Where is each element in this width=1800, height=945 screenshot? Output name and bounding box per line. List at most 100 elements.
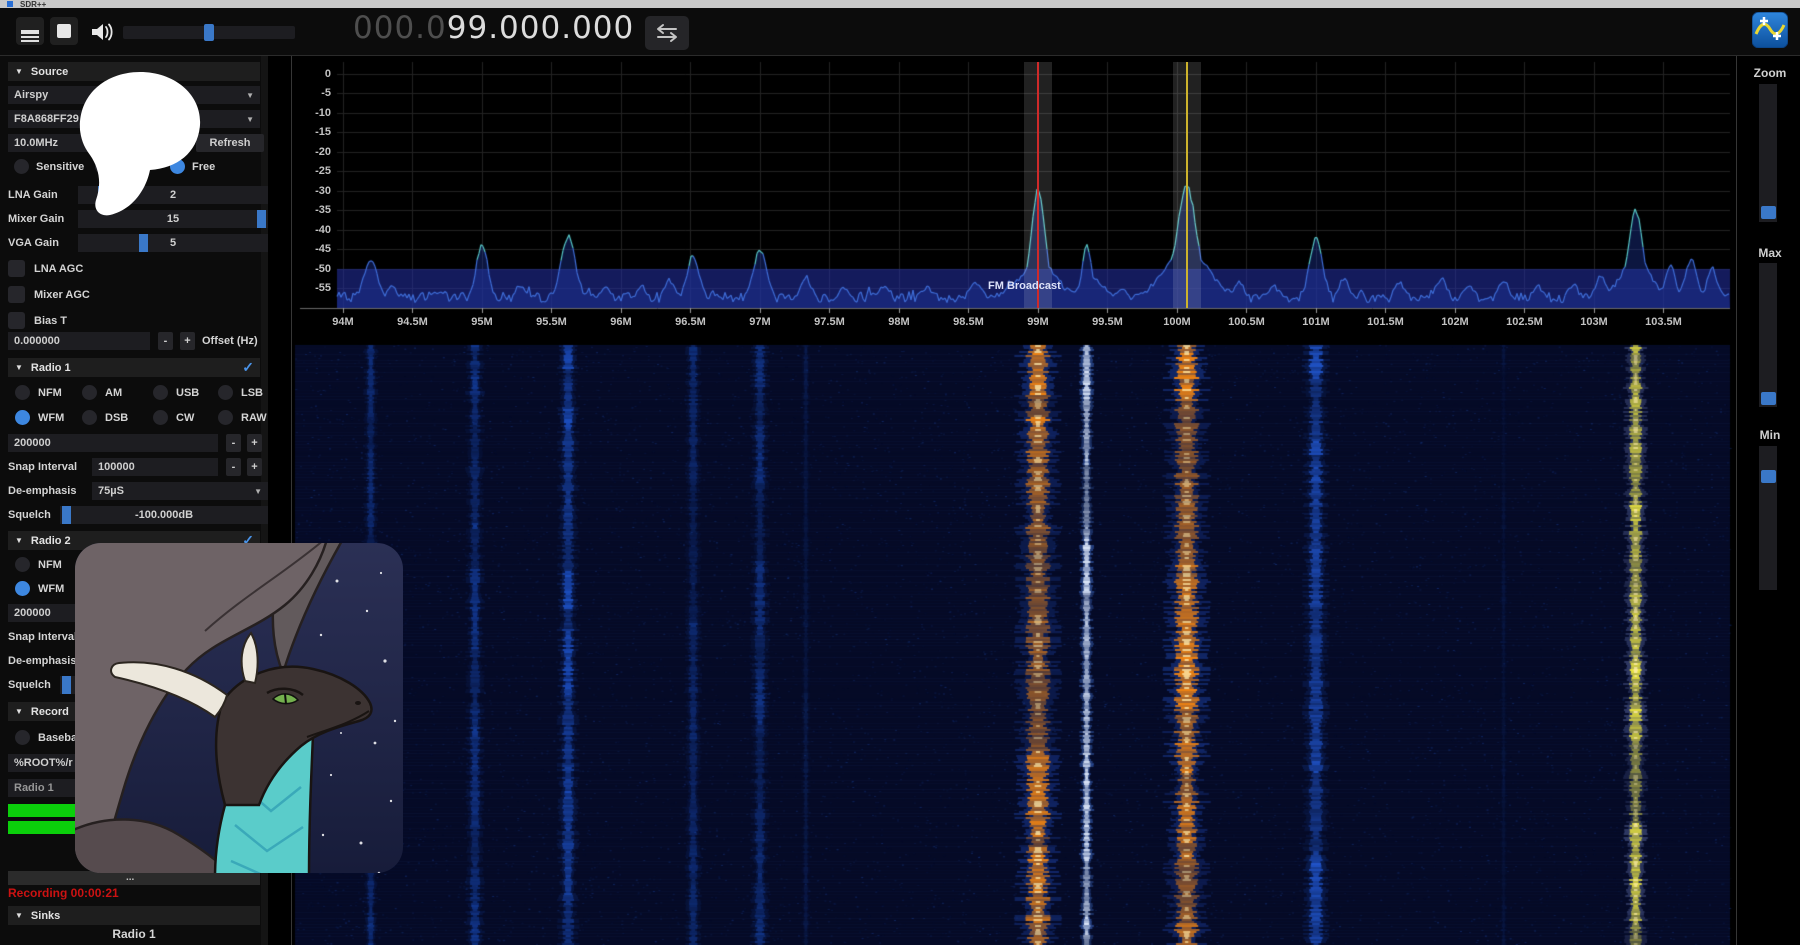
mixer-agc-checkbox[interactable] [8,286,25,303]
mixer-agc-row: Mixer AGC [8,286,260,304]
freq-tick-label: 97M [730,316,790,328]
offset-input[interactable]: 0.000000 [8,332,150,350]
sdrpp-logo-icon[interactable] [1752,12,1788,48]
mode-radio-wfm[interactable] [15,410,30,425]
snap-interval-input[interactable]: 100000 [92,458,218,476]
radio1-header-label: Radio 1 [31,362,71,374]
offset-plus-button[interactable]: + [180,332,195,350]
radio1-modes-row1: NFM AM USB LSB [8,384,260,402]
lna-gain-label: LNA Gain [8,186,58,204]
freq-tick-label: 100M [1147,316,1207,328]
offset-label: Offset (Hz) [202,332,258,350]
db-tick-label: 0 [295,68,331,80]
sinks-header[interactable]: ▼ Sinks [8,906,260,925]
freq-tick-label: 101M [1286,316,1346,328]
db-tick-label: -50 [295,263,331,275]
db-tick-label: -10 [295,107,331,119]
zoom-slider-handle[interactable] [1761,206,1776,219]
speaker-icon [89,19,115,45]
volume-slider-handle[interactable] [204,24,214,41]
radio2-squelch-handle[interactable] [62,676,71,694]
vfo-swap-button[interactable] [645,16,689,50]
mode-radio-dsb[interactable] [82,410,97,425]
stop-button[interactable] [50,17,78,45]
zoom-label: Zoom [1740,66,1800,80]
max-slider[interactable] [1759,263,1777,407]
mode-radio-cw[interactable] [153,410,168,425]
avatar-image [75,543,403,873]
source-driver-value: Airspy [14,89,48,101]
radio2-snap-label: Snap Interval [8,628,77,646]
mode-label-wfm: WFM [38,409,64,427]
freq-tick-label: 96M [591,316,651,328]
bias-t-checkbox[interactable] [8,312,25,329]
sinks-header-label: Sinks [31,910,60,922]
record-header-label: Record [31,706,69,718]
band-plan-label: FM Broadcast [988,280,1061,292]
squelch-value: -100.000dB [60,506,268,524]
mode-radio-nfm[interactable] [15,385,30,400]
mode-radio-raw[interactable] [218,410,233,425]
bandwidth-plus-button[interactable]: + [247,434,262,452]
radio1-header[interactable]: ▼ Radio 1 ✓ [8,358,260,377]
mode-radio-am[interactable] [82,385,97,400]
swap-arrows-icon [654,23,680,43]
menu-button[interactable] [16,17,44,45]
censor-blob [70,60,215,225]
freq-tick-label: 98M [869,316,929,328]
vga-gain-label: VGA Gain [8,234,59,252]
mode-radio-usb[interactable] [153,385,168,400]
collapse-triangle-icon: ▼ [15,363,23,372]
max-slider-handle[interactable] [1761,392,1776,405]
chevron-down-icon: ▼ [246,91,254,100]
radio1-enabled-check-icon[interactable]: ✓ [242,359,254,376]
snap-interval-label: Snap Interval [8,458,77,476]
collapse-triangle-icon: ▼ [15,536,23,545]
baseband-radio[interactable] [15,730,30,745]
vga-gain-slider[interactable]: 5 [78,234,268,252]
radio2-mode-label-wfm: WFM [38,580,64,598]
db-tick-label: -35 [295,204,331,216]
freq-tick-label: 100.5M [1216,316,1276,328]
gain-mode-radio-sensitive[interactable] [14,159,29,174]
mode-radio-lsb[interactable] [218,385,233,400]
deemphasis-label: De-emphasis [8,482,76,500]
mute-button[interactable] [88,18,116,46]
radio2-mode-radio-nfm[interactable] [15,557,30,572]
deemphasis-dropdown[interactable]: 75µS ▼ [92,482,268,500]
toolbar: 000.099.000.000 [0,8,1800,56]
squelch-slider[interactable]: -100.000dB [60,506,268,524]
snap-plus-button[interactable]: + [247,458,262,476]
freq-tick-label: 103.5M [1633,316,1693,328]
radio1-squelch-row: Squelch -100.000dB [8,506,260,524]
deemphasis-value: 75µS [98,485,124,497]
min-slider-handle[interactable] [1761,470,1776,483]
db-tick-label: -25 [295,165,331,177]
fft-freq-axis: 94M94.5M95M95.5M96M96.5M97M97.5M98M98.5M… [0,316,1800,332]
window-title: SDR++ [20,0,46,8]
min-slider[interactable] [1759,446,1777,590]
freq-tick-label: 102.5M [1494,316,1554,328]
frequency-display[interactable]: 000.099.000.000 [353,10,634,46]
lna-agc-checkbox[interactable] [8,260,25,277]
db-tick-label: -5 [295,87,331,99]
bandwidth-input[interactable]: 200000 [8,434,218,452]
offset-minus-button[interactable]: - [158,332,173,350]
record-button[interactable]: ... [8,871,260,885]
collapse-triangle-icon: ▼ [15,67,23,76]
freq-tick-label: 95M [452,316,512,328]
db-tick-label: -55 [295,282,331,294]
mode-label-dsb: DSB [105,409,128,427]
freq-tick-label: 95.5M [521,316,581,328]
snap-minus-button[interactable]: - [226,458,241,476]
radio2-mode-radio-wfm[interactable] [15,581,30,596]
freq-tick-label: 94M [313,316,373,328]
min-label: Min [1740,428,1800,442]
lna-agc-row: LNA AGC [8,260,260,278]
db-tick-label: -45 [295,243,331,255]
zoom-slider[interactable] [1759,84,1777,222]
mode-label-am: AM [105,384,122,402]
max-label: Max [1740,246,1800,260]
bias-t-row: Bias T [8,312,260,330]
bandwidth-minus-button[interactable]: - [226,434,241,452]
